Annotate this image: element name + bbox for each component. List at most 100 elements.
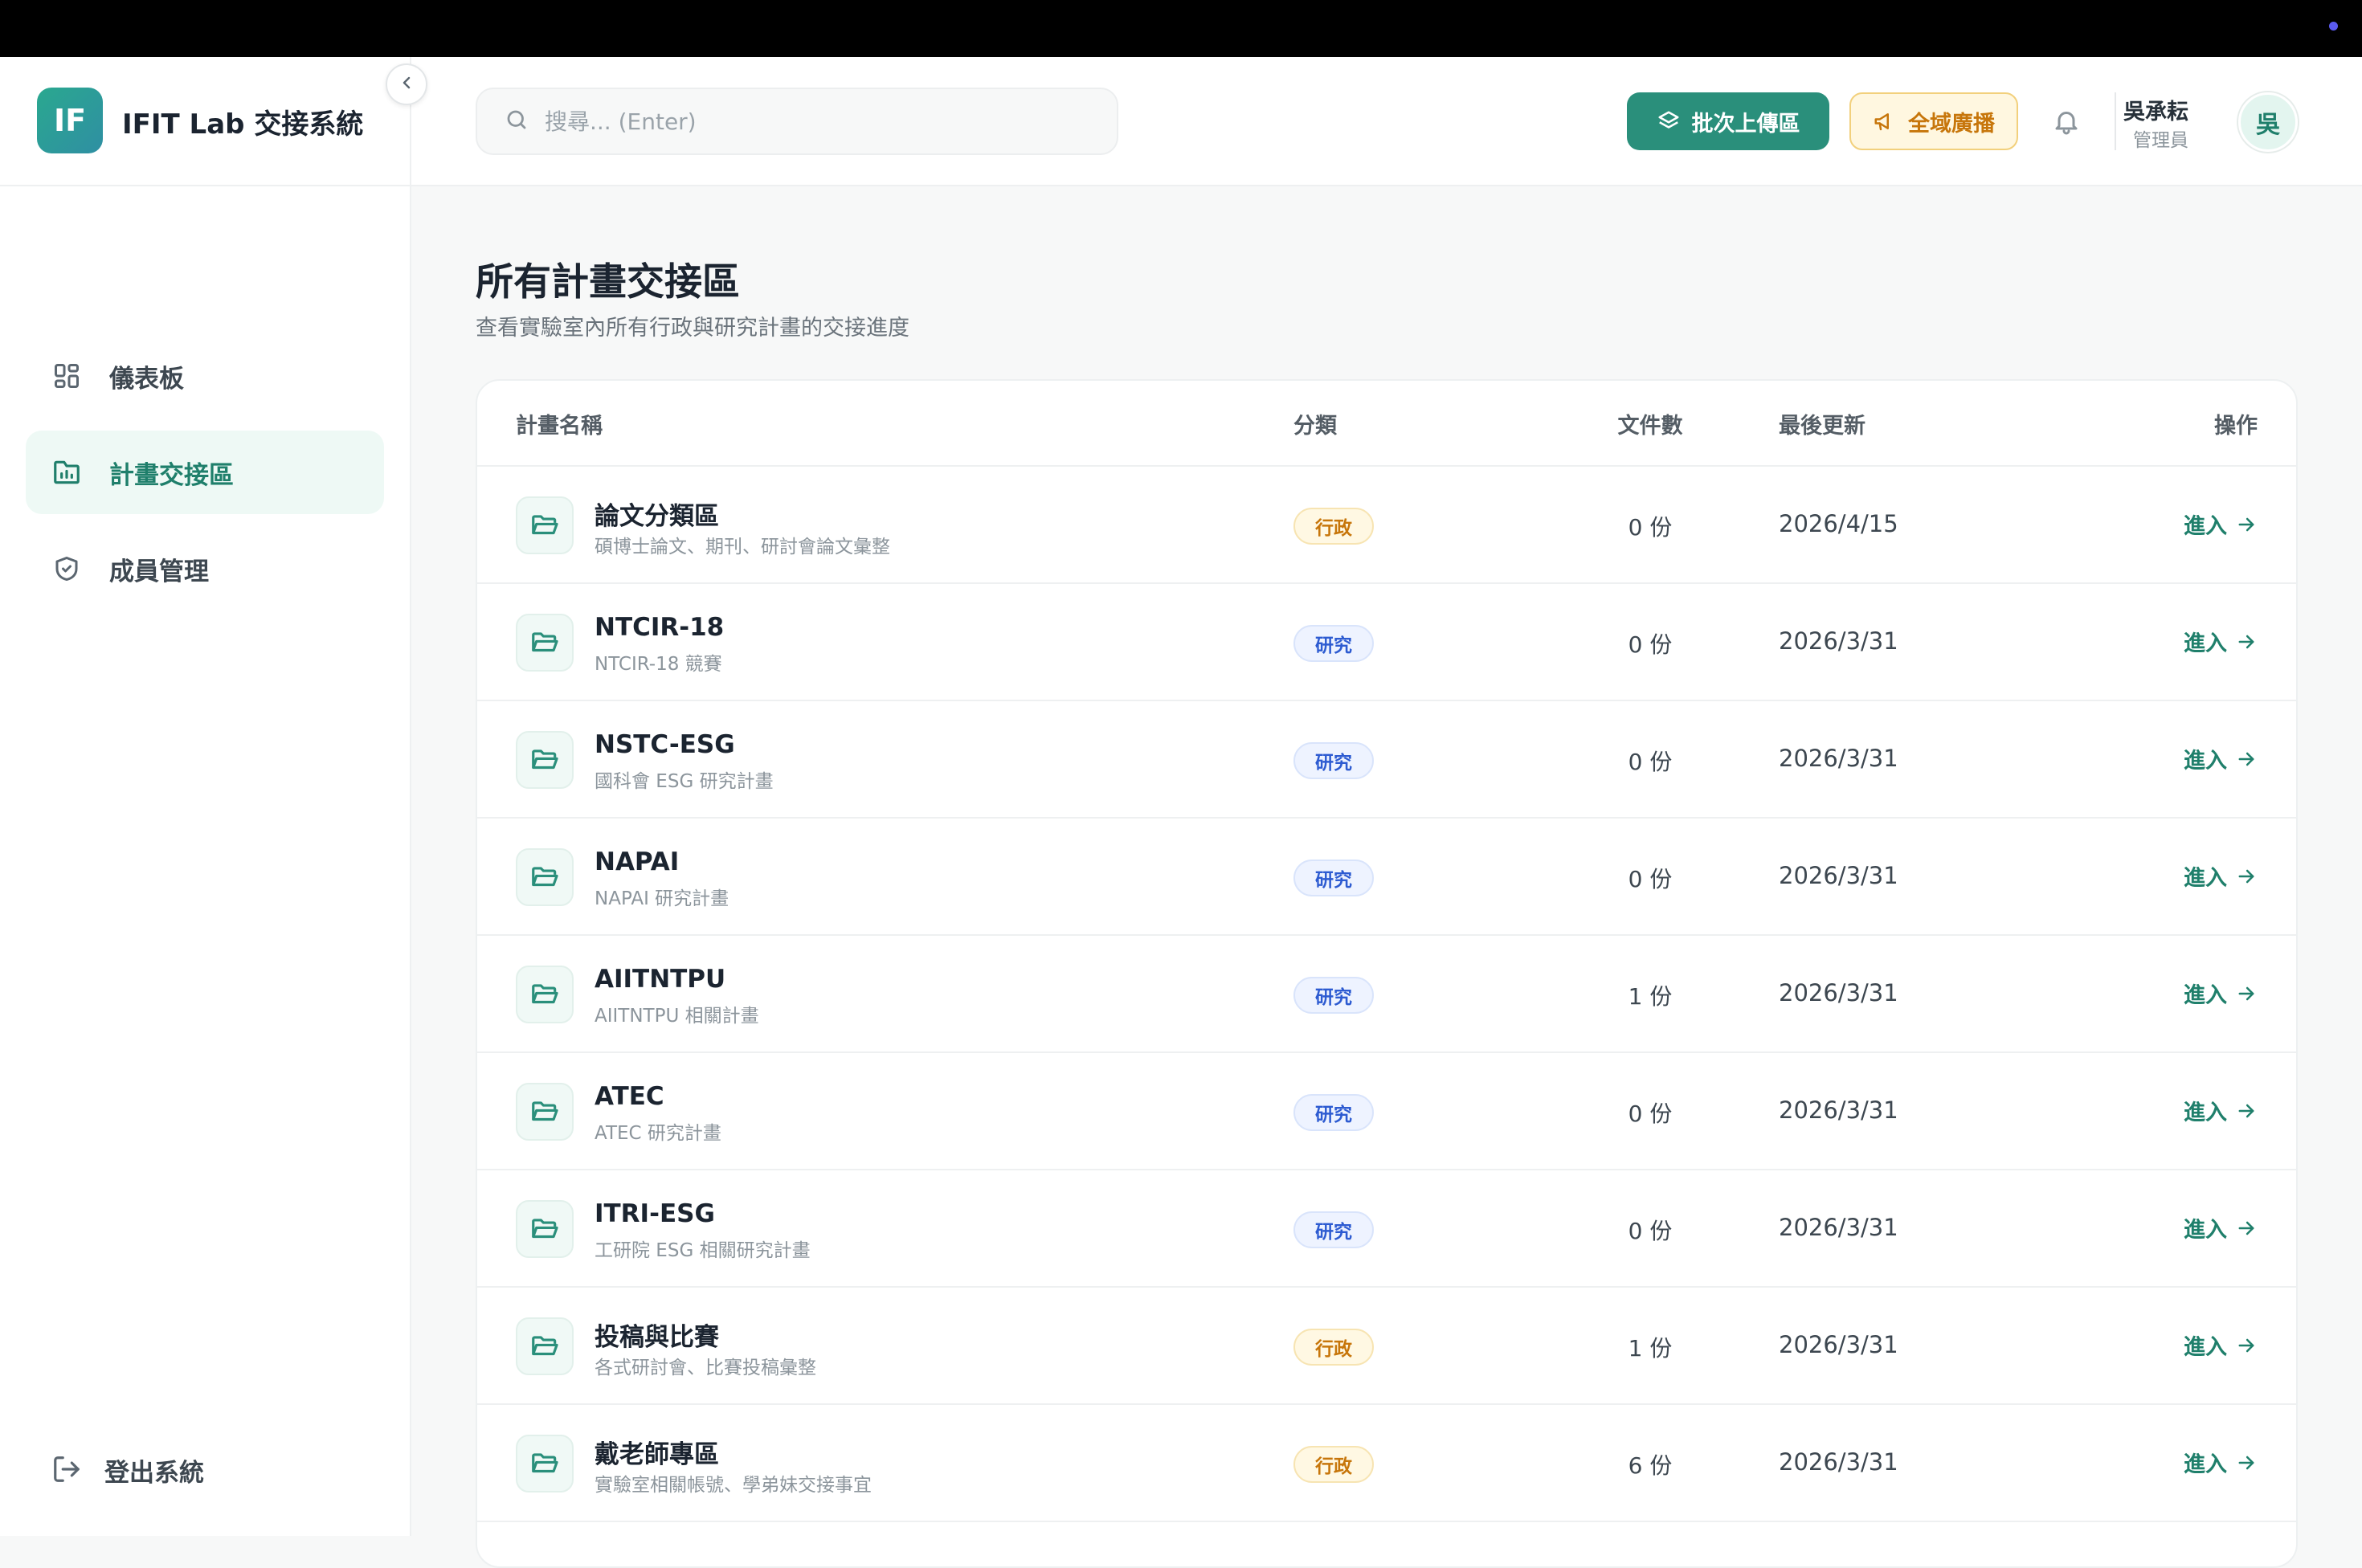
enter-project-link[interactable]: 進入	[2184, 1447, 2258, 1478]
collapse-sidebar-button[interactable]	[386, 63, 427, 105]
folder-chart-icon	[51, 457, 82, 488]
user-role: 管理員	[2133, 130, 2188, 151]
folder-icon	[516, 848, 574, 906]
enter-project-link[interactable]: 進入	[2184, 508, 2258, 540]
table-row[interactable]: 論文分類區 碩博士論文、期刊、研討會論文彙整 行政 0 份 2026/4/15 進入	[477, 467, 2296, 584]
last-updated: 2026/3/31	[1779, 1096, 1898, 1124]
logout-label: 登出系統	[104, 1459, 204, 1488]
logout-icon	[51, 1454, 82, 1488]
last-updated: 2026/4/15	[1779, 510, 1898, 537]
category-badge: 行政	[1293, 508, 1374, 545]
arrow-right-icon	[2238, 1456, 2254, 1469]
folder-icon	[516, 731, 574, 789]
category-badge: 研究	[1293, 742, 1374, 779]
sidebar-item-dashboard[interactable]: 儀表板	[26, 334, 384, 418]
table-header: 計畫名稱 分類 文件數 最後更新 操作	[477, 381, 2296, 467]
shield-check-icon	[51, 553, 82, 584]
enter-label: 進入	[2184, 866, 2227, 891]
sidebar-nav: 儀表板 計畫交接區 成員管理	[26, 334, 384, 623]
batch-upload-button[interactable]: 批次上傳區	[1627, 92, 1829, 150]
enter-project-link[interactable]: 進入	[2184, 743, 2258, 774]
table-row[interactable]: NAPAI NAPAI 研究計畫 研究 0 份 2026/3/31 進入	[477, 819, 2296, 936]
arrow-right-icon	[2238, 869, 2254, 883]
folder-icon	[516, 1083, 574, 1141]
project-name: NTCIR-18	[595, 613, 725, 642]
enter-project-link[interactable]: 進入	[2184, 860, 2258, 892]
column-header-actions: 操作	[2214, 414, 2258, 439]
page-title: 所有計畫交接區	[476, 260, 740, 304]
column-header-updated: 最後更新	[1779, 414, 1865, 439]
arrow-right-icon	[2238, 752, 2254, 766]
broadcast-button[interactable]: 全域廣播	[1849, 92, 2018, 150]
top-header: 批次上傳區 全域廣播 吳承耘 管理員 吳	[411, 57, 2362, 186]
enter-label: 進入	[2184, 514, 2227, 539]
last-updated: 2026/3/31	[1779, 627, 1898, 655]
folder-icon	[516, 1200, 574, 1258]
sidebar-item-projects[interactable]: 計畫交接區	[26, 431, 384, 514]
enter-project-link[interactable]: 進入	[2184, 978, 2258, 1009]
sidebar: IF IFIT Lab 交接系統 儀表板 計畫交接區 成員管理 登出系統	[0, 57, 411, 1536]
last-updated: 2026/3/31	[1779, 745, 1898, 772]
category-badge: 研究	[1293, 860, 1374, 896]
document-count: 1 份	[1628, 983, 1673, 1010]
folder-icon	[516, 1317, 574, 1375]
enter-label: 進入	[2184, 1452, 2227, 1477]
document-count: 0 份	[1628, 631, 1673, 658]
app-title: IFIT Lab 交接系統	[122, 108, 364, 141]
enter-label: 進入	[2184, 1335, 2227, 1360]
table-row[interactable]: ITRI-ESG 工研院 ESG 相關研究計畫 研究 0 份 2026/3/31 進入	[477, 1170, 2296, 1288]
app-logo: IF	[37, 88, 103, 153]
table-row[interactable]: NTCIR-18 NTCIR-18 競賽 研究 0 份 2026/3/31 進入	[477, 584, 2296, 701]
enter-label: 進入	[2184, 983, 2227, 1008]
folder-icon	[516, 966, 574, 1023]
document-count: 6 份	[1628, 1452, 1673, 1479]
column-header-name: 計畫名稱	[516, 414, 603, 439]
project-description: 碩博士論文、期刊、研討會論文彙整	[595, 537, 890, 557]
folder-icon	[516, 496, 574, 554]
project-description: 各式研討會、比賽投稿彙整	[595, 1358, 816, 1378]
status-dot-icon	[2329, 22, 2338, 31]
arrow-right-icon	[2238, 986, 2254, 1000]
column-header-docs: 文件數	[1617, 414, 1683, 439]
enter-project-link[interactable]: 進入	[2184, 1095, 2258, 1126]
enter-project-link[interactable]: 進入	[2184, 1329, 2258, 1361]
last-updated: 2026/3/31	[1779, 862, 1898, 889]
enter-label: 進入	[2184, 1218, 2227, 1243]
enter-project-link[interactable]: 進入	[2184, 1212, 2258, 1243]
project-name: NAPAI	[595, 847, 680, 876]
arrow-right-icon	[2238, 635, 2254, 648]
avatar[interactable]: 吳	[2238, 92, 2298, 152]
enter-label: 進入	[2184, 1100, 2227, 1125]
table-row[interactable]: 投稿與比賽 各式研討會、比賽投稿彙整 行政 1 份 2026/3/31 進入	[477, 1288, 2296, 1405]
brand: IF IFIT Lab 交接系統	[0, 57, 411, 186]
enter-project-link[interactable]: 進入	[2184, 626, 2258, 657]
project-name: NSTC-ESG	[595, 730, 735, 759]
dashboard-icon	[51, 361, 82, 391]
notification-button[interactable]	[2047, 102, 2086, 141]
sidebar-item-label: 成員管理	[109, 557, 209, 586]
document-count: 0 份	[1628, 1100, 1673, 1127]
category-badge: 研究	[1293, 1211, 1374, 1248]
search-bar[interactable]	[476, 88, 1118, 155]
search-icon	[505, 108, 529, 135]
project-description: 工研院 ESG 相關研究計畫	[595, 1240, 811, 1261]
sidebar-item-label: 計畫交接區	[109, 460, 234, 490]
search-input[interactable]	[545, 108, 1091, 135]
project-description: 國科會 ESG 研究計畫	[595, 771, 774, 792]
project-name: 論文分類區	[595, 502, 719, 531]
table-row[interactable]: AIITNTPU AIITNTPU 相關計畫 研究 1 份 2026/3/31 進入	[477, 936, 2296, 1053]
sidebar-item-members[interactable]: 成員管理	[26, 527, 384, 610]
table-row[interactable]: 戴老師專區 實驗室相關帳號、學弟妹交接事宜 行政 6 份 2026/3/31 進入	[477, 1405, 2296, 1522]
table-row[interactable]: NSTC-ESG 國科會 ESG 研究計畫 研究 0 份 2026/3/31 進入	[477, 701, 2296, 819]
category-badge: 行政	[1293, 1329, 1374, 1366]
table-row[interactable]: ATEC ATEC 研究計畫 研究 0 份 2026/3/31 進入	[477, 1053, 2296, 1170]
folder-icon	[516, 614, 574, 672]
project-name: ITRI-ESG	[595, 1199, 715, 1228]
category-badge: 研究	[1293, 625, 1374, 662]
document-count: 1 份	[1628, 1335, 1673, 1362]
last-updated: 2026/3/31	[1779, 1214, 1898, 1241]
bell-icon	[2055, 112, 2078, 135]
project-description: AIITNTPU 相關計畫	[595, 1006, 759, 1027]
logout-button[interactable]: 登出系統	[51, 1452, 204, 1488]
user-name: 吳承耘	[2123, 100, 2188, 125]
